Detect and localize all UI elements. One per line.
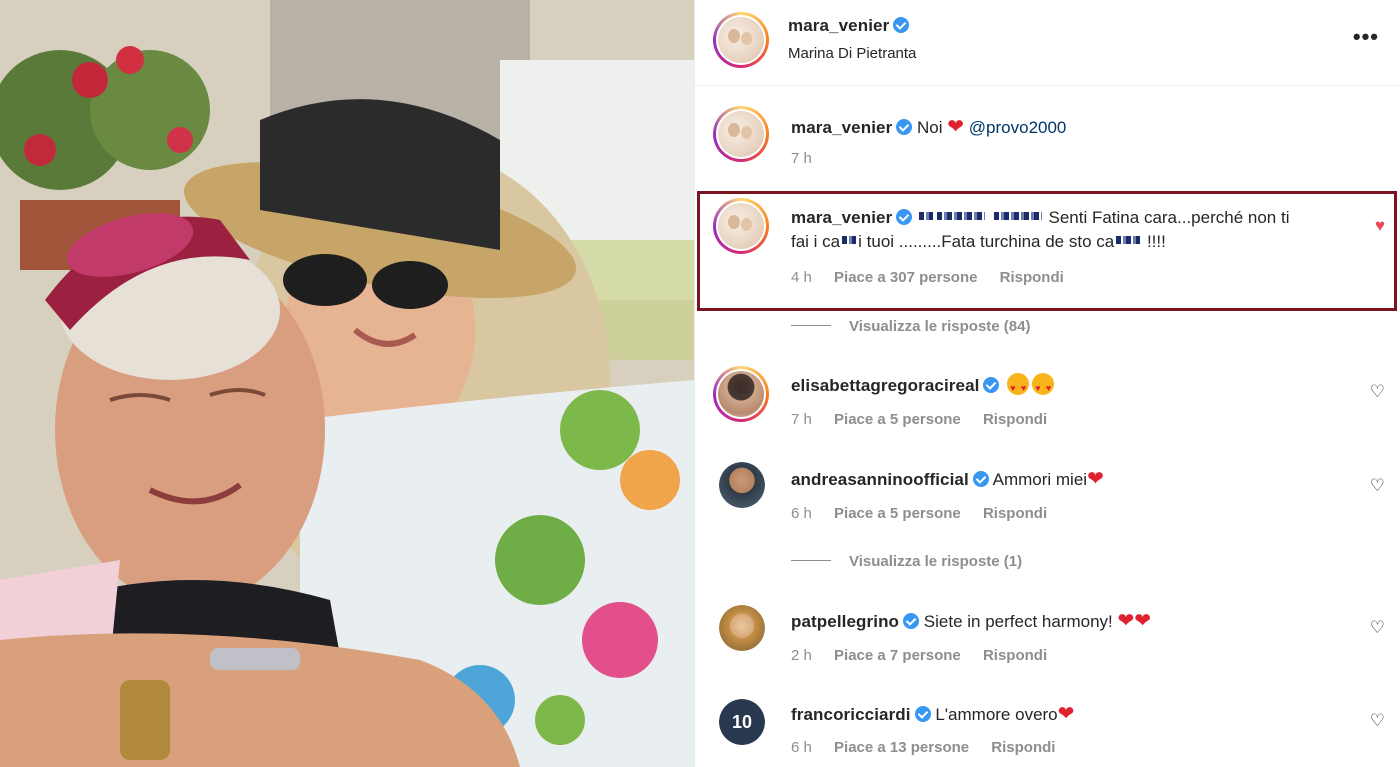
comment-item: mara_venier Noi ❤ @provo2000 7 h bbox=[695, 106, 1400, 176]
view-replies-button[interactable]: Visualizza le risposte (84) bbox=[791, 318, 1030, 335]
reply-button[interactable]: Rispondi bbox=[983, 411, 1047, 428]
verified-badge-icon bbox=[983, 377, 1000, 393]
comment-time: 6 h bbox=[791, 505, 812, 522]
censored-text bbox=[993, 212, 1042, 220]
comment-text: !!!! bbox=[1146, 232, 1166, 251]
comment-item: patpellegrino Siete in perfect harmony! … bbox=[695, 605, 1400, 675]
comment-username[interactable]: mara_venier bbox=[791, 208, 892, 227]
likes-count-link[interactable]: Piace a 307 persone bbox=[834, 269, 977, 286]
red-heart-emoji-icon: ❤ bbox=[1117, 610, 1135, 632]
view-replies-button[interactable]: Visualizza le risposte (1) bbox=[791, 553, 1022, 570]
heart-icon[interactable]: ♥ bbox=[1375, 217, 1385, 234]
comment-item: mara_venier Senti Fatina cara...perché n… bbox=[695, 198, 1400, 298]
censored-text bbox=[919, 212, 934, 220]
comments-panel: mara_venier Marina Di Pietranta ••• mara… bbox=[694, 0, 1400, 767]
heart-icon[interactable]: ♡ bbox=[1370, 619, 1385, 636]
heart-eyes-emoji-icon bbox=[1007, 373, 1030, 400]
comment-item: elisabettagregoracireal 7 h Piace a 5 pe… bbox=[695, 366, 1400, 436]
avatar-number: 10 bbox=[719, 699, 765, 745]
reply-button[interactable]: Rispondi bbox=[983, 505, 1047, 522]
likes-count-link[interactable]: Piace a 5 persone bbox=[834, 505, 961, 522]
comment-meta: 7 h bbox=[791, 150, 830, 167]
more-options-icon[interactable]: ••• bbox=[1353, 24, 1379, 50]
comment-meta: 6 h Piace a 13 persone Rispondi bbox=[791, 739, 1073, 756]
avatar[interactable] bbox=[719, 605, 765, 651]
comment-text: Noi bbox=[917, 118, 943, 137]
comment-meta: 6 h Piace a 5 persone Rispondi bbox=[791, 505, 1065, 522]
red-heart-emoji-icon: ❤ bbox=[947, 116, 965, 138]
author-avatar[interactable] bbox=[713, 12, 769, 68]
censored-text bbox=[937, 212, 986, 220]
post-header: mara_venier Marina Di Pietranta ••• bbox=[695, 0, 1400, 86]
verified-badge-icon bbox=[903, 613, 920, 629]
censored-text bbox=[1116, 236, 1141, 244]
view-replies-label: Visualizza le risposte (84) bbox=[849, 318, 1031, 335]
red-heart-emoji-icon: ❤ bbox=[1134, 610, 1152, 632]
comment-body: mara_venier Noi ❤ @provo2000 bbox=[791, 115, 1353, 140]
avatar[interactable] bbox=[713, 106, 769, 162]
likes-count-link[interactable]: Piace a 5 persone bbox=[834, 411, 961, 428]
mention-link[interactable]: @provo2000 bbox=[969, 118, 1067, 137]
avatar[interactable] bbox=[713, 366, 769, 422]
comment-item: andreasanninoofficial Ammori miei❤ 6 h P… bbox=[695, 462, 1400, 532]
heart-icon[interactable]: ♡ bbox=[1370, 477, 1385, 494]
divider-line bbox=[791, 560, 831, 561]
red-heart-emoji-icon: ❤ bbox=[1087, 468, 1104, 490]
heart-icon[interactable]: ♡ bbox=[1370, 712, 1385, 729]
view-replies-label: Visualizza le risposte (1) bbox=[849, 553, 1023, 570]
comment-meta: 4 h Piace a 307 persone Rispondi bbox=[791, 269, 1082, 286]
divider-line bbox=[791, 325, 831, 326]
heart-icon[interactable]: ♡ bbox=[1370, 383, 1385, 400]
author-username[interactable]: mara_venier bbox=[788, 16, 889, 35]
comment-meta: 7 h Piace a 5 persone Rispondi bbox=[791, 411, 1065, 428]
comment-meta: 2 h Piace a 7 persone Rispondi bbox=[791, 647, 1065, 664]
comment-username[interactable]: patpellegrino bbox=[791, 612, 899, 631]
verified-badge-icon bbox=[914, 706, 931, 722]
censored-text bbox=[842, 236, 857, 244]
likes-count-link[interactable]: Piace a 13 persone bbox=[834, 739, 969, 756]
avatar[interactable] bbox=[713, 198, 769, 254]
verified-badge-icon bbox=[972, 471, 989, 487]
comment-username[interactable]: elisabettagregoracireal bbox=[791, 376, 979, 395]
comment-time: 6 h bbox=[791, 739, 812, 756]
comment-text: Senti Fatina cara...perché non ti bbox=[1048, 208, 1290, 227]
heart-eyes-emoji-icon bbox=[1032, 373, 1055, 400]
comment-body: andreasanninoofficial Ammori miei❤ bbox=[791, 467, 1353, 492]
comment-item: 10 francoricciardi L'ammore overo❤ 6 h P… bbox=[695, 699, 1400, 767]
comment-body: mara_venier Senti Fatina cara...perché n… bbox=[791, 206, 1353, 254]
verified-badge-icon bbox=[896, 209, 913, 225]
comment-text: L'ammore overo bbox=[935, 705, 1058, 724]
comment-text: i tuoi .........Fata turchina de sto ca bbox=[858, 232, 1115, 251]
comment-username[interactable]: andreasanninoofficial bbox=[791, 470, 969, 489]
comment-time: 7 h bbox=[791, 150, 812, 167]
comment-body: elisabettagregoracireal bbox=[791, 373, 1353, 400]
comment-username[interactable]: mara_venier bbox=[791, 118, 892, 137]
red-heart-emoji-icon: ❤ bbox=[1057, 703, 1075, 725]
post-photo bbox=[0, 0, 694, 767]
verified-badge-icon bbox=[896, 119, 913, 135]
reply-button[interactable]: Rispondi bbox=[991, 739, 1055, 756]
post-photo-illustration bbox=[0, 0, 694, 767]
reply-button[interactable]: Rispondi bbox=[1000, 269, 1064, 286]
comment-text: Ammori miei bbox=[992, 470, 1088, 489]
comment-time: 2 h bbox=[791, 647, 812, 664]
comment-text: fai i ca bbox=[791, 232, 841, 251]
comment-text: Siete in perfect harmony! bbox=[923, 612, 1113, 631]
avatar[interactable]: 10 bbox=[719, 699, 765, 745]
post-location[interactable]: Marina Di Pietranta bbox=[788, 45, 916, 62]
verified-badge-icon bbox=[893, 17, 910, 33]
comment-body: francoricciardi L'ammore overo❤ bbox=[791, 702, 1353, 727]
comment-username[interactable]: francoricciardi bbox=[791, 705, 911, 724]
likes-count-link[interactable]: Piace a 7 persone bbox=[834, 647, 961, 664]
comment-body: patpellegrino Siete in perfect harmony! … bbox=[791, 609, 1353, 634]
comment-time: 4 h bbox=[791, 269, 812, 286]
reply-button[interactable]: Rispondi bbox=[983, 647, 1047, 664]
avatar[interactable] bbox=[719, 462, 765, 508]
comment-time: 7 h bbox=[791, 411, 812, 428]
